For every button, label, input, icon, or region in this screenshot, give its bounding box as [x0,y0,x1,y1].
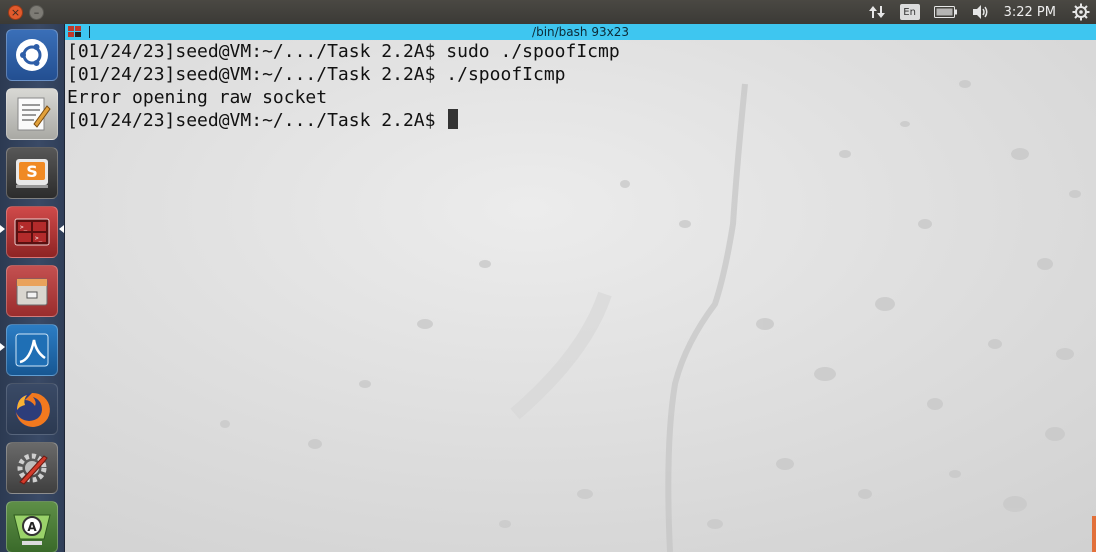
terminal-line: Error opening raw socket [67,87,328,108]
battery-icon [933,6,957,18]
launcher-item-software-updater[interactable]: A [6,501,58,552]
terminal-titlebar[interactable]: /bin/bash 93x23 [65,24,1096,40]
terminal-window[interactable]: /bin/bash 93x23 [01/24/23]seed@VM:~/.../… [65,24,1096,552]
titlebar-separator [89,26,90,38]
terminal-line: [01/24/23]seed@VM:~/.../Task 2.2A$ ./spo… [67,64,566,85]
terminal-prompt-line: [01/24/23]seed@VM:~/.../Task 2.2A$ [67,109,620,132]
desktop: × – En 3:22 PM S >_ >_ A /bin/bash 93x23… [0,0,1096,552]
arrows-up-down-icon [868,6,885,18]
svg-text:>_: >_ [35,235,43,242]
terminal-menu-icon[interactable] [68,26,82,38]
text-cursor [448,109,459,129]
launcher-item-text-editor[interactable] [6,88,58,140]
ubuntu-dash-icon [16,39,48,71]
keyboard-language-indicator[interactable]: En [899,4,920,20]
launcher-item-system-settings[interactable] [6,442,58,494]
svg-text:>_: >_ [20,224,28,231]
launcher-item-dash[interactable] [6,29,58,81]
firefox-icon [15,392,50,427]
svg-text:A: A [27,520,37,534]
launcher-item-file-manager[interactable] [6,265,58,317]
network-indicator[interactable] [868,0,886,24]
terminal-line: [01/24/23]seed@VM:~/.../Task 2.2A$ sudo … [67,41,620,62]
software-updater-icon: A [13,514,51,545]
text-editor-icon [17,97,51,131]
terminal-title: /bin/bash 93x23 [532,25,629,39]
gear-icon [1072,3,1090,21]
launcher-item-wireshark[interactable] [6,324,58,376]
terminal-line: [01/24/23]seed@VM:~/.../Task 2.2A$ [67,110,447,131]
clock[interactable]: 3:22 PM [1004,0,1056,24]
minimize-button[interactable]: – [29,4,44,20]
terminal-app-icon: >_ >_ [14,218,50,246]
launcher-item-sublime-text[interactable]: S [6,147,58,199]
sublime-text-icon: S [16,159,48,188]
system-settings-icon [17,453,48,485]
wireshark-icon [15,333,49,367]
battery-indicator[interactable] [933,0,958,24]
launcher: S >_ >_ A [0,24,65,552]
file-manager-icon [16,278,48,306]
indicator-area: En 3:22 PM [868,0,1096,24]
terminal-output[interactable]: [01/24/23]seed@VM:~/.../Task 2.2A$ sudo … [67,40,620,132]
window-resize-handle[interactable] [1092,516,1096,552]
top-panel: × – En 3:22 PM [0,0,1096,24]
session-menu[interactable] [1072,0,1090,24]
svg-text:S: S [26,162,38,181]
launcher-item-firefox[interactable] [6,383,58,435]
volume-indicator[interactable] [972,0,990,24]
close-button[interactable]: × [8,4,23,20]
launcher-item-terminal[interactable]: >_ >_ [6,206,58,258]
volume-icon [972,5,988,19]
